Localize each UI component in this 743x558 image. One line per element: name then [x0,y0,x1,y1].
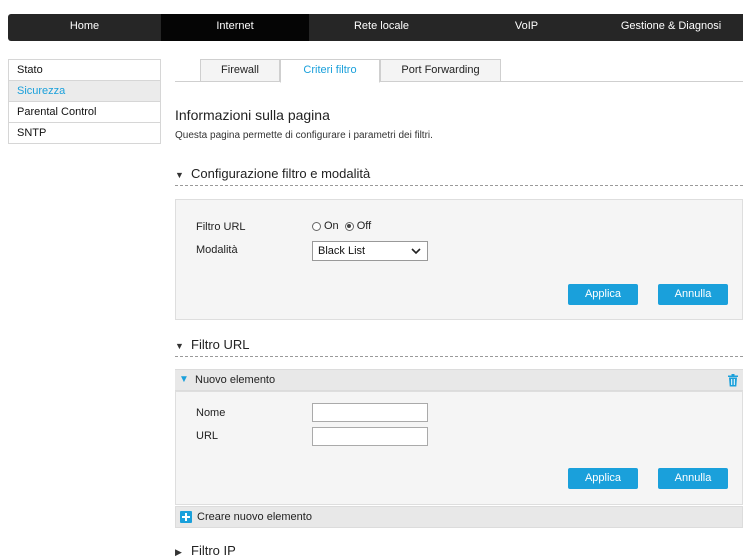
sidebar-item-sicurezza[interactable]: Sicurezza [8,81,161,102]
sidebar-item-parental-control[interactable]: Parental Control [8,102,161,123]
tab-port-forwarding[interactable]: Port Forwarding [380,59,501,82]
url-label: URL [196,430,219,442]
create-new-item-label: Creare nuovo elemento [197,511,312,523]
nav-rete-locale[interactable]: Rete locale [309,14,454,41]
config-cancel-button[interactable]: Annulla [658,284,728,305]
nav-voip[interactable]: VoIP [454,14,599,41]
new-item-header[interactable]: ▼ Nuovo elemento [175,369,743,391]
plus-icon[interactable] [180,511,192,523]
url-cancel-button[interactable]: Annulla [658,468,728,489]
sidebar: Stato Sicurezza Parental Control SNTP [8,59,161,144]
trash-icon[interactable] [727,374,739,387]
url-input[interactable] [312,427,428,446]
filtro-url-radio-group: On Off [312,220,377,232]
radio-off-option[interactable]: Off [344,220,372,232]
url-apply-button[interactable]: Applica [568,468,638,489]
triangle-down-icon: ▼ [175,341,184,351]
ip-section-header[interactable]: ▶ Filtro IP [175,543,743,558]
top-nav: Home Internet Rete locale VoIP Gestione … [8,14,743,41]
new-item-title: Nuovo elemento [195,374,276,386]
config-section-header[interactable]: ▼ Configurazione filtro e modalità [175,166,743,186]
url-section-title: Filtro URL [191,337,250,352]
config-apply-button[interactable]: Applica [568,284,638,305]
modalita-select[interactable]: Black List [312,241,428,261]
page-title: Informazioni sulla pagina [175,107,330,123]
radio-on-label: On [324,220,339,232]
nav-home[interactable]: Home [8,14,161,41]
nome-input[interactable] [312,403,428,422]
url-item-panel: Nome URL Applica Annulla [175,391,743,505]
tab-criteri-filtro[interactable]: Criteri filtro [280,59,380,83]
modalita-label: Modalità [196,244,238,256]
nav-internet[interactable]: Internet [161,14,309,41]
radio-on[interactable] [312,221,321,231]
page-description: Questa pagina permette di configurare i … [175,130,433,141]
modalita-selected-value: Black List [318,245,366,257]
tab-bar: Firewall Criteri filtro Port Forwarding [175,59,743,83]
triangle-down-icon: ▼ [179,374,189,385]
config-panel: Filtro URL On Off Modalità Black List Ap… [175,199,743,320]
nome-label: Nome [196,407,226,419]
triangle-down-icon: ▼ [175,170,184,180]
filtro-url-label: Filtro URL [196,221,246,233]
triangle-right-icon: ▶ [175,547,182,557]
nav-gestione-diagnosi[interactable]: Gestione & Diagnosi [599,14,743,41]
radio-off[interactable] [344,221,354,231]
radio-off-label: Off [356,220,372,232]
config-section-title: Configurazione filtro e modalità [191,166,371,181]
chevron-down-icon [411,248,421,255]
ip-section-title: Filtro IP [191,543,236,558]
sidebar-item-stato[interactable]: Stato [8,60,161,81]
sidebar-item-sntp[interactable]: SNTP [8,123,161,144]
radio-on-option[interactable]: On [312,220,339,232]
create-new-item-row[interactable]: Creare nuovo elemento [175,506,743,528]
tab-firewall[interactable]: Firewall [200,59,280,82]
url-section-header[interactable]: ▼ Filtro URL [175,337,743,357]
